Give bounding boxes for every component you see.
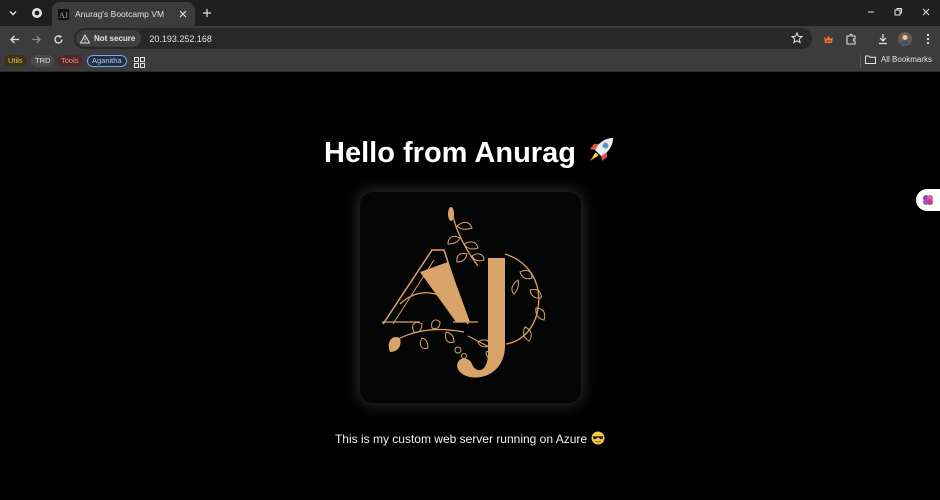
- apps-grid-icon[interactable]: [134, 55, 145, 73]
- sunglasses-emoji-icon: [591, 431, 605, 448]
- star-icon[interactable]: [790, 31, 804, 45]
- tab-active[interactable]: AJ Anurag's Bootcamp VM: [52, 2, 195, 26]
- menu-icon[interactable]: [920, 31, 936, 47]
- security-label: Not secure: [94, 34, 136, 43]
- all-bookmarks-button[interactable]: All Bookmarks: [864, 55, 932, 64]
- tab-search-icon[interactable]: [5, 5, 21, 21]
- url-text[interactable]: 20.193.252.168: [149, 34, 212, 44]
- download-icon[interactable]: [875, 31, 891, 47]
- toolbar: Not secure 20.193.252.168: [0, 26, 940, 51]
- address-bar[interactable]: Not secure 20.193.252.168: [74, 28, 812, 49]
- tab-title: Anurag's Bootcamp VM: [75, 9, 165, 19]
- all-bookmarks-label: All Bookmarks: [880, 55, 932, 64]
- bookmarks-bar: Utils TRD Tools Aganitha All Bookmarks: [0, 51, 940, 72]
- heading-text: Hello from Anurag: [324, 137, 576, 169]
- page-caption: This is my custom web server running on …: [0, 431, 940, 448]
- page-content: Hello from Anurag This is my custom web …: [0, 73, 940, 500]
- chrome-icon[interactable]: [29, 5, 45, 21]
- rocket-icon: [586, 135, 616, 173]
- tab-strip: AJ Anurag's Bootcamp VM: [0, 0, 940, 26]
- new-tab-icon[interactable]: [200, 6, 214, 20]
- favicon-icon: AJ: [58, 8, 69, 20]
- extensions-icon[interactable]: [843, 31, 859, 47]
- close-tab-icon[interactable]: [177, 8, 189, 20]
- side-panel-extension-icon[interactable]: [916, 189, 940, 211]
- close-window-icon[interactable]: [917, 4, 935, 20]
- bookmarks-divider: [860, 55, 861, 68]
- logo-card: [360, 192, 581, 403]
- bookmark-tools[interactable]: Tools: [57, 55, 83, 67]
- aj-monogram-logo: [382, 207, 546, 378]
- caption-text: This is my custom web server running on …: [334, 432, 588, 446]
- forward-icon[interactable]: [28, 31, 44, 47]
- minimize-icon[interactable]: [862, 4, 880, 20]
- reload-icon[interactable]: [50, 31, 66, 47]
- svg-text:AJ: AJ: [59, 11, 68, 20]
- bookmark-aganitha[interactable]: Aganitha: [87, 55, 127, 67]
- restore-icon[interactable]: [889, 4, 907, 20]
- extension-fox-icon[interactable]: [820, 31, 836, 47]
- warning-icon: [80, 33, 90, 43]
- back-icon[interactable]: [6, 31, 22, 47]
- security-chip[interactable]: Not secure: [76, 30, 142, 47]
- profile-icon[interactable]: [897, 31, 913, 47]
- bookmark-utils[interactable]: Utils: [4, 55, 27, 67]
- folder-icon: [864, 55, 876, 64]
- page-heading: Hello from Anurag: [0, 135, 940, 173]
- bookmark-trd[interactable]: TRD: [31, 55, 55, 67]
